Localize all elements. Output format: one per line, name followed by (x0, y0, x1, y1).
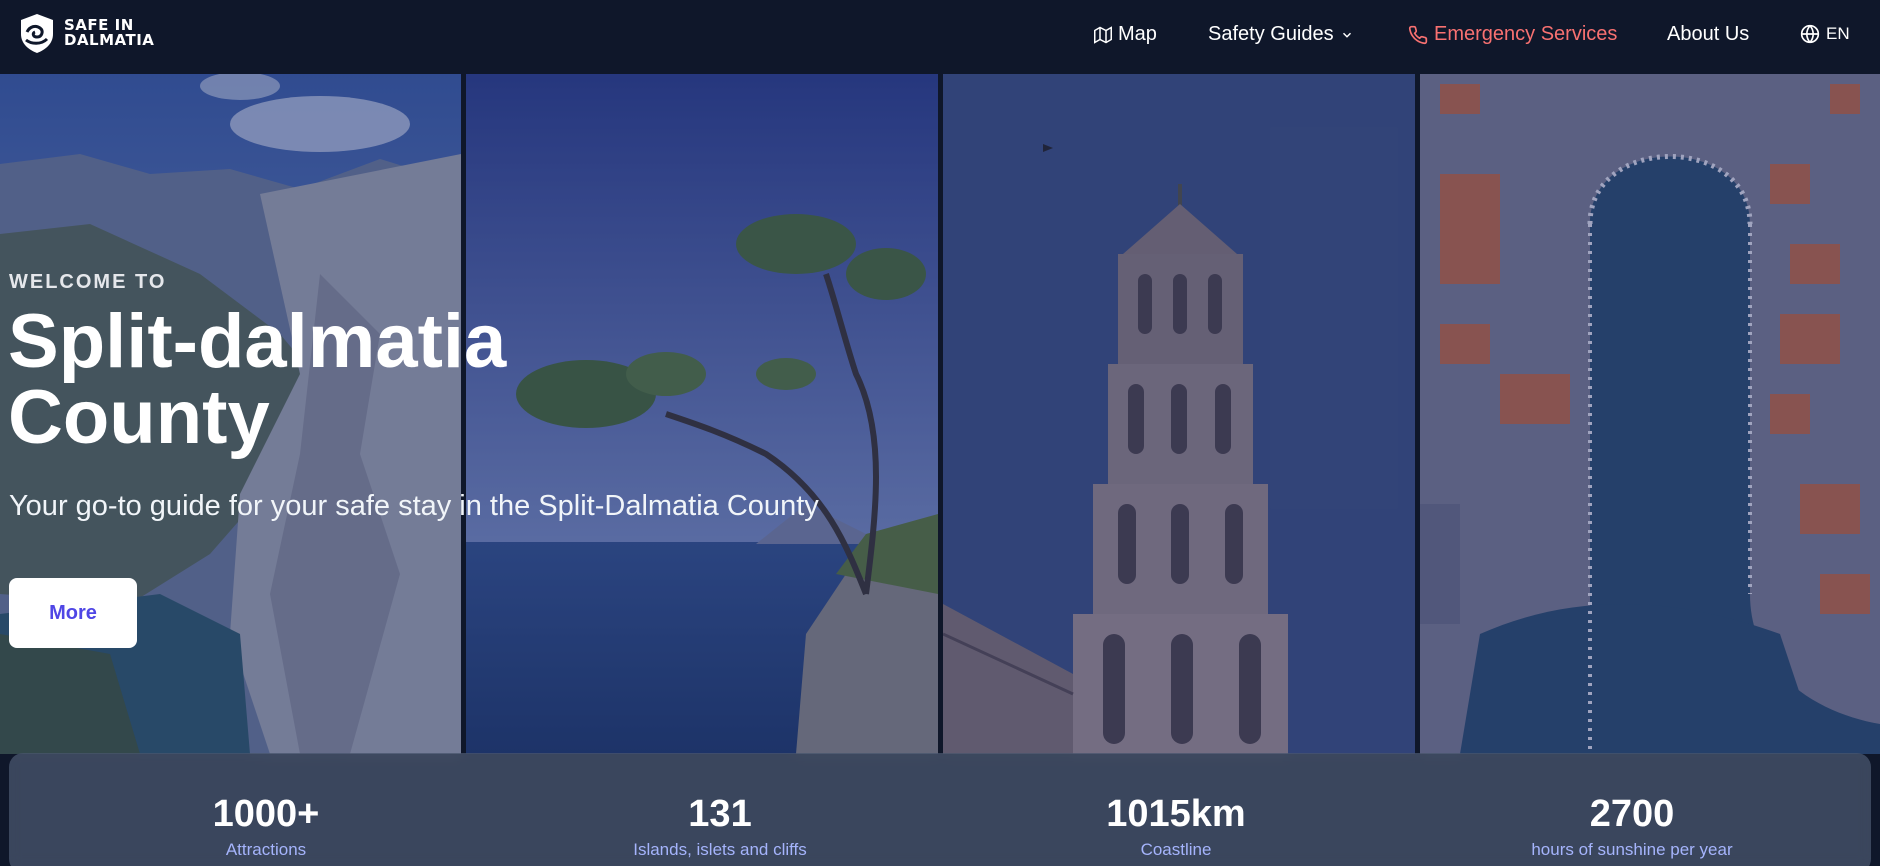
stat-value: 2700 (1589, 793, 1675, 835)
hero-eyebrow: WELCOME TO (9, 271, 167, 293)
stat-label: hours of sunshine per year (1531, 840, 1733, 859)
nav-safety-guides-dropdown[interactable]: Safety Guides (1208, 23, 1354, 46)
stat-coastline: 1015km Coastline (1006, 753, 1346, 860)
hero-title-line-1: Split-dalmatia (8, 299, 507, 384)
hero-image-bell-tower (943, 74, 1415, 754)
brand-name: SAFE IN DALMATIA (64, 18, 154, 48)
top-navbar: SAFE IN DALMATIA Map Safety Guides Emerg… (0, 0, 1880, 74)
shield-wave-logo-icon (21, 14, 53, 53)
hero-title: Split-dalmatia County (8, 304, 708, 456)
nav-map-link[interactable]: Map (1094, 23, 1157, 46)
stat-sunshine: 2700 hours of sunshine per year (1462, 753, 1802, 860)
language-selector[interactable]: EN (1800, 24, 1850, 44)
nav-about-link[interactable]: About Us (1667, 23, 1749, 46)
stat-attractions: 1000+ Attractions (96, 753, 436, 860)
nav-emergency-label: Emergency Services (1434, 23, 1618, 45)
more-button[interactable]: More (9, 578, 137, 648)
nav-map-label: Map (1118, 23, 1157, 45)
phone-icon (1408, 25, 1428, 44)
hero-image-aerial-harbor (1420, 74, 1880, 754)
brand-line-2: DALMATIA (64, 31, 155, 49)
stat-value: 1015km (1106, 793, 1246, 835)
hero-image-overlay (943, 74, 1415, 754)
site-logo[interactable]: SAFE IN DALMATIA (18, 12, 154, 54)
map-icon (1094, 25, 1112, 44)
hero-section: WELCOME TO Split-dalmatia County Your go… (0, 74, 1880, 866)
nav-emergency-link[interactable]: Emergency Services (1408, 23, 1617, 46)
hero-subtitle: Your go-to guide for your safe stay in t… (9, 490, 819, 522)
hero-image-overlay (1420, 74, 1880, 754)
globe-icon (1800, 24, 1820, 44)
language-label: EN (1826, 24, 1850, 43)
stat-islands: 131 Islands, islets and cliffs (550, 753, 890, 860)
stats-bar: 1000+ Attractions 131 Islands, islets an… (9, 753, 1871, 866)
stat-label: Attractions (225, 840, 307, 859)
chevron-down-icon (1342, 32, 1351, 38)
stat-value: 1000+ (212, 793, 320, 835)
nav-about-label: About Us (1667, 23, 1750, 45)
stat-label: Coastline (1140, 840, 1212, 859)
stat-label: Islands, islets and cliffs (633, 840, 807, 859)
stat-value: 131 (688, 793, 752, 835)
nav-safety-guides-label: Safety Guides (1208, 23, 1334, 45)
hero-title-line-2: County (8, 375, 270, 460)
